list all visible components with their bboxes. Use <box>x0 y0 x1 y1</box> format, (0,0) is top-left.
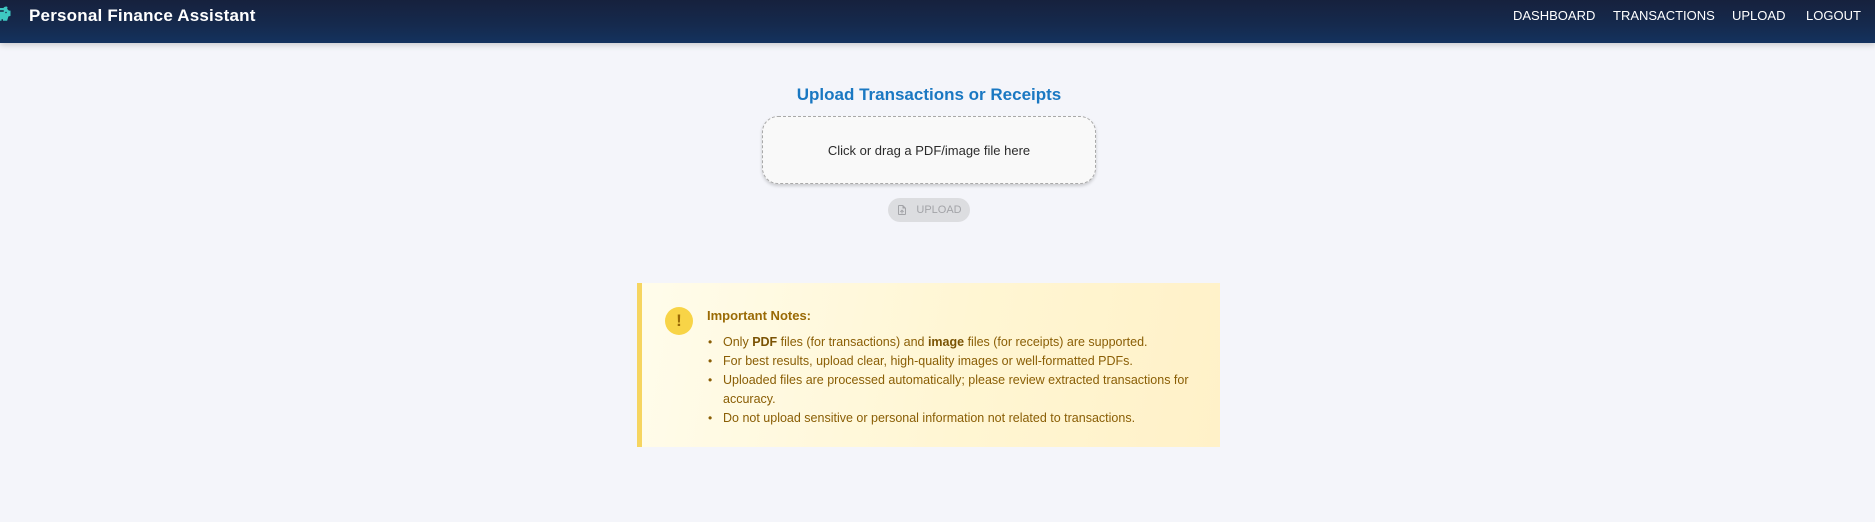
app-bar: Personal Finance Assistant DASHBOARD TRA… <box>0 0 1875 43</box>
nav-transactions[interactable]: TRANSACTIONS <box>1613 8 1715 23</box>
page-title: Upload Transactions or Receipts <box>796 85 1062 104</box>
notes-list: Only PDF files (for transactions) and im… <box>707 333 1197 428</box>
piggy-bank-icon <box>0 6 11 21</box>
list-item: Do not upload sensitive or personal info… <box>707 409 1197 428</box>
list-item: Uploaded files are processed automatical… <box>707 371 1197 409</box>
upload-button-label: UPLOAD <box>916 204 962 216</box>
app-title: Personal Finance Assistant <box>29 6 256 25</box>
nav-upload[interactable]: UPLOAD <box>1732 8 1785 23</box>
upload-button[interactable]: UPLOAD <box>888 198 970 222</box>
file-upload-icon <box>898 205 907 215</box>
warning-icon: ! <box>665 307 693 335</box>
nav-logout[interactable]: LOGOUT <box>1806 8 1861 23</box>
important-notes-panel: ! Important Notes: Only PDF files (for t… <box>637 283 1220 447</box>
dropzone-label: Click or drag a PDF/image file here <box>827 142 1031 158</box>
list-item: Only PDF files (for transactions) and im… <box>707 333 1197 352</box>
nav-dashboard[interactable]: DASHBOARD <box>1513 8 1595 23</box>
notes-title: Important Notes: <box>707 308 811 323</box>
list-item: For best results, upload clear, high-qua… <box>707 352 1197 371</box>
file-dropzone[interactable]: Click or drag a PDF/image file here <box>762 116 1096 184</box>
